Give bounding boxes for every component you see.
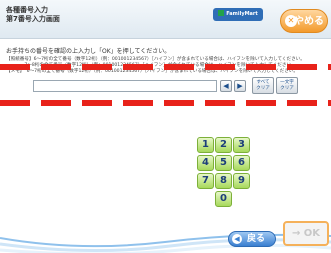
back-button[interactable]: ◀ 戻る [228,231,276,247]
title-line-1: 各種番号入力 [6,6,48,14]
back-arrow-icon: ◀ [232,234,242,244]
red-dashed-annotation-top [0,64,331,70]
title-line-2: 第7番号入力画面 [6,15,60,23]
page-title: 各種番号入力 第7番号入力画面 [6,6,60,24]
number-input-field[interactable] [33,80,217,92]
cursor-right-button[interactable]: ▶ [234,80,246,92]
key-0[interactable]: 0 [215,191,232,207]
key-7[interactable]: 7 [197,173,214,189]
key-2[interactable]: 2 [215,137,232,153]
logo-mark-icon [218,10,225,16]
red-dashed-annotation-bottom [0,100,331,106]
clear-all-label-2: クリア [256,86,270,91]
familymart-logo: FamilyMart [213,8,263,21]
back-label: 戻る [246,234,265,244]
key-1[interactable]: 1 [197,137,214,153]
ok-button[interactable]: → OK [283,221,329,246]
key-9[interactable]: 9 [233,173,250,189]
clear-one-label-2: クリア [280,86,294,91]
key-5[interactable]: 5 [215,155,232,171]
key-4[interactable]: 4 [197,155,214,171]
key-3[interactable]: 3 [233,137,250,153]
cursor-left-button[interactable]: ◀ [220,80,232,92]
clear-all-button[interactable]: すべて クリア [252,77,274,94]
footer-wave-decoration [0,233,331,253]
cancel-label: やめる [294,16,324,27]
key-8[interactable]: 8 [215,173,232,189]
header-bar: 各種番号入力 第7番号入力画面 FamilyMart ✕ やめる [0,0,331,39]
logo-text: FamilyMart [226,11,258,17]
clear-one-button[interactable]: 一文字 クリア [276,77,298,94]
instruction-text: お手持ちの番号を確認の上入力し「OK」を押してください。 [6,48,171,55]
close-icon: ✕ [285,15,297,27]
cancel-button[interactable]: ✕ やめる [280,9,328,33]
key-6[interactable]: 6 [233,155,250,171]
